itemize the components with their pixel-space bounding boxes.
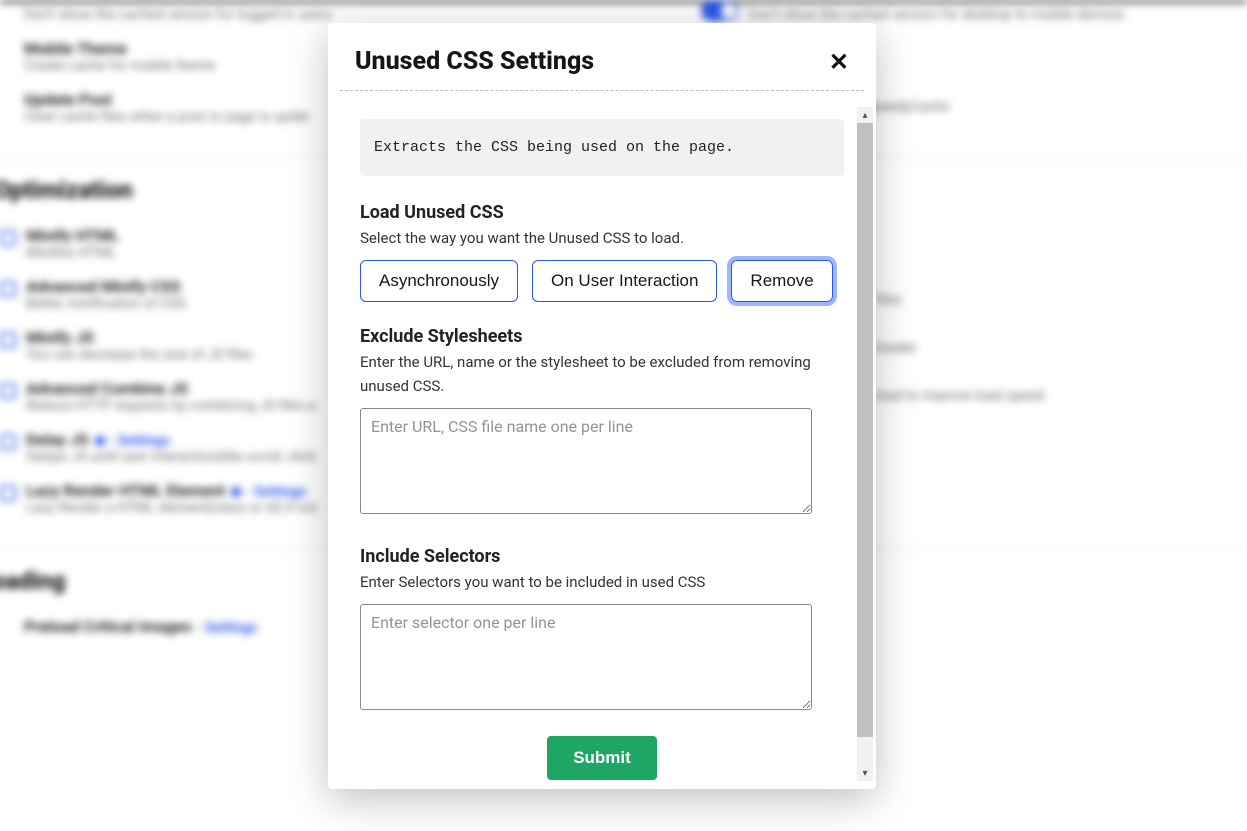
load-option-group: Asynchronously On User Interaction Remov… xyxy=(360,260,844,302)
exclude-stylesheets-heading: Exclude Stylesheets xyxy=(360,326,844,347)
include-selectors-heading: Include Selectors xyxy=(360,546,844,567)
load-unused-css-desc: Select the way you want the Unused CSS t… xyxy=(360,227,844,250)
scroll-track[interactable] xyxy=(857,123,873,765)
submit-button[interactable]: Submit xyxy=(547,736,657,780)
load-option-remove[interactable]: Remove xyxy=(731,260,832,302)
include-selectors-desc: Enter Selectors you want to be included … xyxy=(360,571,844,594)
unused-css-settings-modal: Unused CSS Settings ✕ Extracts the CSS b… xyxy=(328,23,876,789)
scroll-down-icon[interactable]: ▾ xyxy=(857,765,873,781)
include-selectors-input[interactable] xyxy=(360,604,812,710)
close-icon[interactable]: ✕ xyxy=(829,50,849,74)
modal-title: Unused CSS Settings xyxy=(355,47,594,76)
info-description: Extracts the CSS being used on the page. xyxy=(360,119,844,176)
exclude-stylesheets-input[interactable] xyxy=(360,408,812,514)
modal-body: Extracts the CSS being used on the page.… xyxy=(328,91,856,789)
scroll-up-icon[interactable]: ▴ xyxy=(857,107,873,123)
modal-scrollbar[interactable]: ▴ ▾ xyxy=(857,107,873,781)
exclude-stylesheets-desc: Enter the URL, name or the stylesheet to… xyxy=(360,351,844,398)
load-unused-css-heading: Load Unused CSS xyxy=(360,202,844,223)
load-option-on-user-interaction[interactable]: On User Interaction xyxy=(532,260,717,302)
scroll-thumb[interactable] xyxy=(857,123,873,737)
modal-header: Unused CSS Settings ✕ xyxy=(328,23,876,90)
load-option-asynchronously[interactable]: Asynchronously xyxy=(360,260,518,302)
